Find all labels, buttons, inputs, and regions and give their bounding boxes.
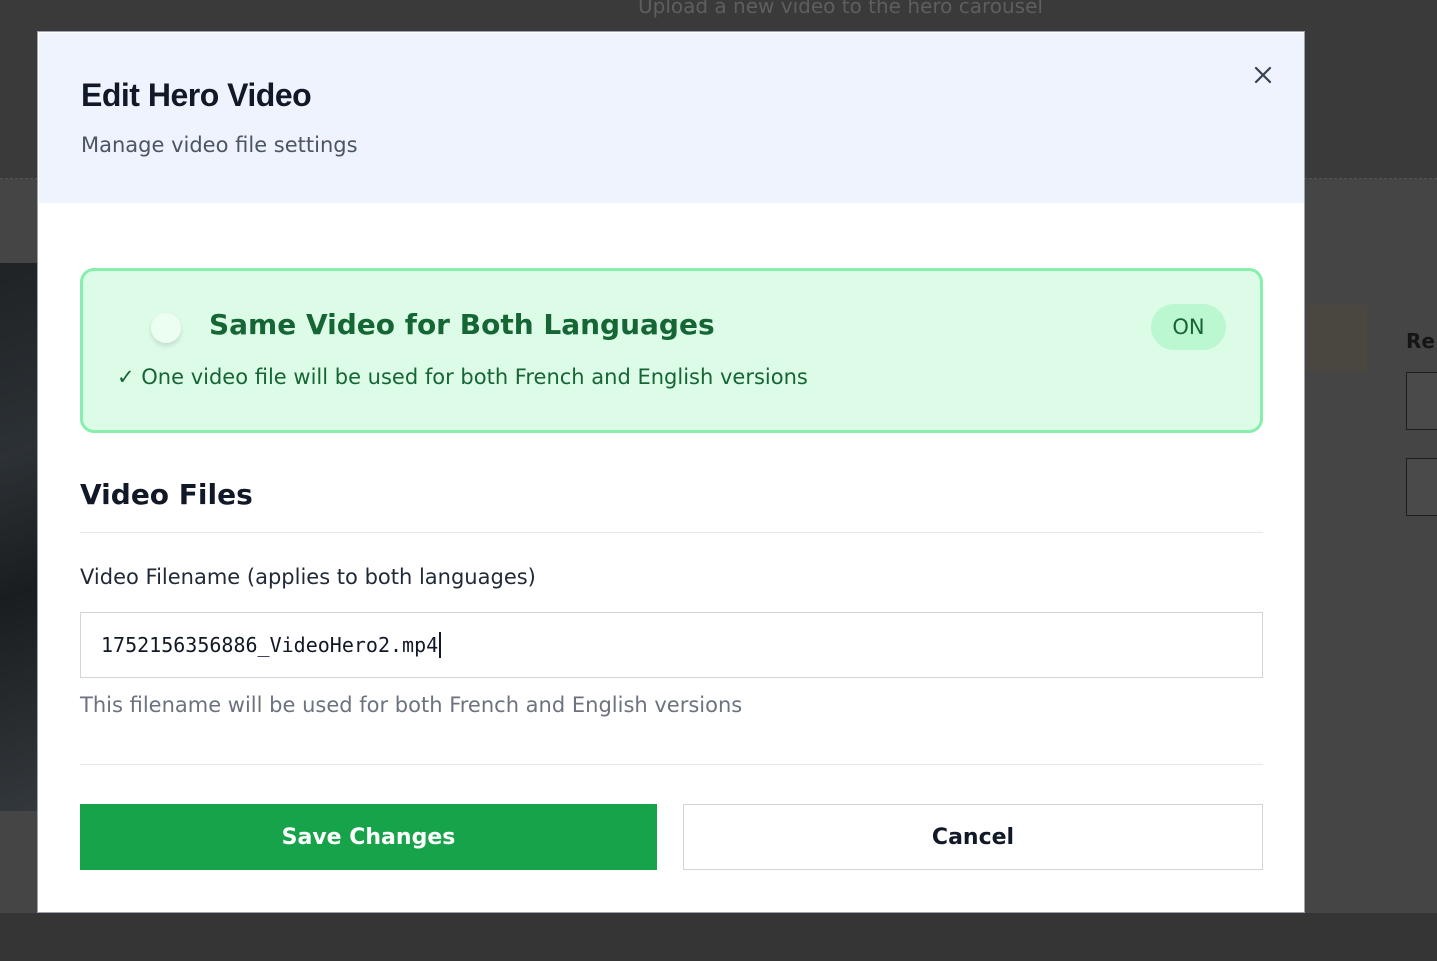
background-panel	[1305, 305, 1367, 371]
background-footer	[0, 913, 1437, 961]
video-filename-help: This filename will be used for both Fren…	[80, 693, 743, 717]
modal-title: Edit Hero Video	[81, 77, 312, 113]
same-video-toggle-card: Same Video for Both Languages ON ✓ One v…	[80, 268, 1263, 433]
video-files-heading: Video Files	[80, 478, 253, 511]
section-divider	[80, 532, 1263, 533]
same-video-toggle[interactable]	[151, 313, 181, 343]
text-caret	[439, 632, 442, 658]
modal-subtitle: Manage video file settings	[81, 133, 358, 157]
cancel-button[interactable]: Cancel	[683, 804, 1263, 870]
status-badge: ON	[1151, 304, 1226, 350]
background-subtitle: Upload a new video to the hero carousel	[638, 0, 1043, 18]
background-right-control	[1406, 372, 1437, 430]
video-filename-label: Video Filename (applies to both language…	[80, 565, 536, 589]
footer-divider	[80, 764, 1263, 765]
close-button[interactable]	[1247, 59, 1279, 91]
background-right-control	[1406, 458, 1437, 516]
video-filename-value: 1752156356886_VideoHero2.mp4	[101, 633, 439, 657]
video-filename-input[interactable]: 1752156356886_VideoHero2.mp4	[80, 612, 1263, 678]
background-video-thumbnail	[0, 263, 38, 811]
same-video-note: ✓ One video file will be used for both F…	[117, 365, 808, 389]
modal-header: Edit Hero Video Manage video file settin…	[39, 33, 1304, 203]
edit-hero-video-modal: Edit Hero Video Manage video file settin…	[37, 31, 1305, 913]
save-changes-button[interactable]: Save Changes	[80, 804, 657, 870]
background-right-label: Re	[1406, 329, 1435, 353]
close-icon	[1254, 66, 1272, 84]
same-video-title: Same Video for Both Languages	[209, 308, 715, 341]
